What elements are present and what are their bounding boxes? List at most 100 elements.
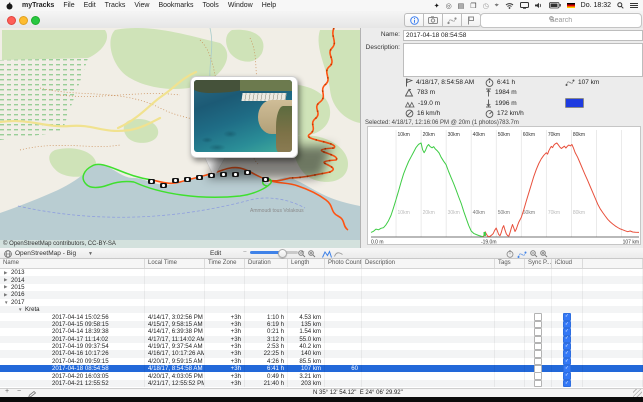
- camera-marker[interactable]: [196, 175, 203, 180]
- sync-checkbox[interactable]: [534, 321, 542, 328]
- disclosure-open-icon[interactable]: ▼: [18, 307, 25, 312]
- icloud-checkbox[interactable]: [563, 365, 571, 372]
- disclosure-closed-icon[interactable]: ▶: [4, 270, 11, 276]
- icloud-checkbox[interactable]: [563, 358, 571, 365]
- icloud-checkbox[interactable]: [563, 321, 571, 328]
- sync-checkbox[interactable]: [534, 336, 542, 343]
- table-row[interactable]: 2017-04-19 09:37:544/19/17, 9:37:54 AM+3…: [0, 343, 643, 350]
- display-icon[interactable]: [520, 2, 529, 9]
- wifi-icon[interactable]: [505, 2, 514, 9]
- apple-icon[interactable]: [6, 2, 13, 10]
- icloud-checkbox[interactable]: [563, 343, 571, 350]
- menu-item-window[interactable]: Window: [228, 2, 253, 9]
- column-header-duration[interactable]: Duration: [245, 259, 288, 268]
- photo-popup[interactable]: [190, 76, 298, 158]
- menu-item-edit[interactable]: Edit: [84, 2, 96, 9]
- book-status-icon[interactable]: ❐: [470, 2, 476, 10]
- camera-marker[interactable]: [244, 170, 251, 175]
- battery-icon[interactable]: [549, 2, 561, 9]
- stat-track-color[interactable]: [565, 98, 641, 109]
- column-header-local-time[interactable]: Local Time: [145, 259, 205, 268]
- icloud-checkbox[interactable]: [563, 336, 571, 343]
- table-zoom-out-icon[interactable]: [530, 250, 538, 258]
- camera-marker[interactable]: [172, 178, 179, 183]
- camera-marker[interactable]: [220, 172, 227, 177]
- column-header-length[interactable]: Length: [288, 259, 325, 268]
- circle-status-icon[interactable]: ◎: [446, 2, 452, 10]
- zoom-slider-track[interactable]: [250, 251, 298, 254]
- icloud-checkbox[interactable]: [563, 380, 571, 387]
- zoom-window-button[interactable]: [31, 16, 40, 25]
- column-header-icloud[interactable]: iCloud: [552, 259, 583, 268]
- column-header-tags[interactable]: Tags: [495, 259, 525, 268]
- table-group-row-kreta[interactable]: ▼Kreta: [0, 306, 643, 313]
- menu-clock[interactable]: Do. 18:32: [581, 2, 611, 9]
- column-header-photo-count[interactable]: Photo Count: [325, 259, 362, 268]
- table-group-row-2014[interactable]: ▶2014: [0, 276, 643, 283]
- close-window-button[interactable]: [7, 16, 16, 25]
- disclosure-closed-icon[interactable]: ▶: [4, 284, 11, 290]
- sync-checkbox[interactable]: [534, 328, 542, 335]
- elevation-profile-icon[interactable]: [322, 250, 332, 258]
- remove-track-button[interactable]: −: [14, 388, 24, 395]
- menu-item-file[interactable]: File: [63, 2, 74, 9]
- table-group-row-2016[interactable]: ▶2016: [0, 291, 643, 298]
- clock-status-icon[interactable]: ◷: [483, 2, 489, 10]
- table-row[interactable]: 2017-04-18 08:54:584/18/17, 8:54:58 AM+3…: [0, 365, 643, 372]
- minimize-window-button[interactable]: [19, 16, 28, 25]
- table-row[interactable]: 2017-04-15 09:58:154/15/17, 9:58:15 AM+3…: [0, 321, 643, 328]
- camera-marker[interactable]: [208, 173, 215, 178]
- track-name-field[interactable]: [403, 30, 643, 41]
- menu-item-help[interactable]: Help: [262, 2, 276, 9]
- menu-item-view[interactable]: View: [134, 2, 149, 9]
- notification-center-icon[interactable]: [630, 2, 638, 9]
- camera-marker[interactable]: [262, 177, 269, 182]
- sync-checkbox[interactable]: [534, 313, 542, 320]
- menu-item-tools[interactable]: Tools: [202, 2, 218, 9]
- sync-checkbox[interactable]: [534, 343, 542, 350]
- time-filter-icon[interactable]: [506, 250, 514, 258]
- spotlight-icon[interactable]: [617, 2, 624, 9]
- sync-checkbox[interactable]: [534, 372, 542, 379]
- disclosure-closed-icon[interactable]: ▶: [4, 277, 11, 283]
- disclosure-open-icon[interactable]: ▼: [4, 300, 11, 305]
- track-points-tab-button[interactable]: [442, 13, 461, 27]
- sync-checkbox[interactable]: [534, 365, 542, 372]
- disclosure-closed-icon[interactable]: ▶: [4, 292, 11, 298]
- icloud-checkbox[interactable]: [563, 350, 571, 357]
- column-header-sync-p-[interactable]: Sync P...: [525, 259, 552, 268]
- speed-curve-icon[interactable]: [334, 250, 343, 258]
- map-edit-button[interactable]: Edit: [210, 250, 221, 257]
- menu-item-bookmarks[interactable]: Bookmarks: [158, 2, 193, 9]
- column-header-time-zone[interactable]: Time Zone: [205, 259, 245, 268]
- sync-checkbox[interactable]: [534, 358, 542, 365]
- icloud-checkbox[interactable]: [563, 372, 571, 379]
- icloud-checkbox[interactable]: [563, 328, 571, 335]
- camera-marker[interactable]: [148, 179, 155, 184]
- notes-status-icon[interactable]: ▤: [458, 2, 465, 10]
- airdrop-icon[interactable]: ⌖: [495, 2, 499, 10]
- german-flag-icon[interactable]: [567, 3, 575, 8]
- app-status-icon[interactable]: ✦: [434, 2, 440, 10]
- description-field[interactable]: [403, 43, 643, 77]
- table-row[interactable]: 2017-04-20 16:03:054/20/17, 4:03:05 PM+3…: [0, 372, 643, 379]
- table-group-row-2015[interactable]: ▶2015: [0, 284, 643, 291]
- table-row[interactable]: 2017-04-20 09:59:154/20/17, 9:59:15 AM+3…: [0, 358, 643, 365]
- info-tab-button[interactable]: [404, 13, 423, 27]
- elevation-chart[interactable]: 10km20km30km40km50km60km70km80km10km20km…: [367, 126, 641, 245]
- map-canvas[interactable]: Ammoudi tous Volakous: [0, 28, 360, 240]
- table-row[interactable]: 2017-04-21 12:55:524/21/17, 12:55:52 PM+…: [0, 380, 643, 387]
- menu-item-tracks[interactable]: Tracks: [105, 2, 126, 9]
- map-zoom-slider[interactable]: − +: [243, 249, 305, 256]
- table-row[interactable]: 2017-04-17 11:14:024/17/17, 11:14:02 AM+…: [0, 336, 643, 343]
- column-header-name[interactable]: Name: [0, 259, 145, 268]
- camera-marker[interactable]: [184, 177, 191, 182]
- table-row[interactable]: 2017-04-16 10:17:264/16/17, 10:17:26 AM+…: [0, 350, 643, 357]
- add-track-button[interactable]: +: [2, 388, 12, 395]
- volume-icon[interactable]: [535, 2, 543, 9]
- table-zoom-in-icon[interactable]: [540, 250, 548, 258]
- table-row[interactable]: 2017-04-14 18:39:384/14/17, 6:39:38 PM+3…: [0, 328, 643, 335]
- sync-checkbox[interactable]: [534, 380, 542, 387]
- camera-marker[interactable]: [232, 172, 239, 177]
- zoom-minus-label[interactable]: −: [243, 249, 247, 256]
